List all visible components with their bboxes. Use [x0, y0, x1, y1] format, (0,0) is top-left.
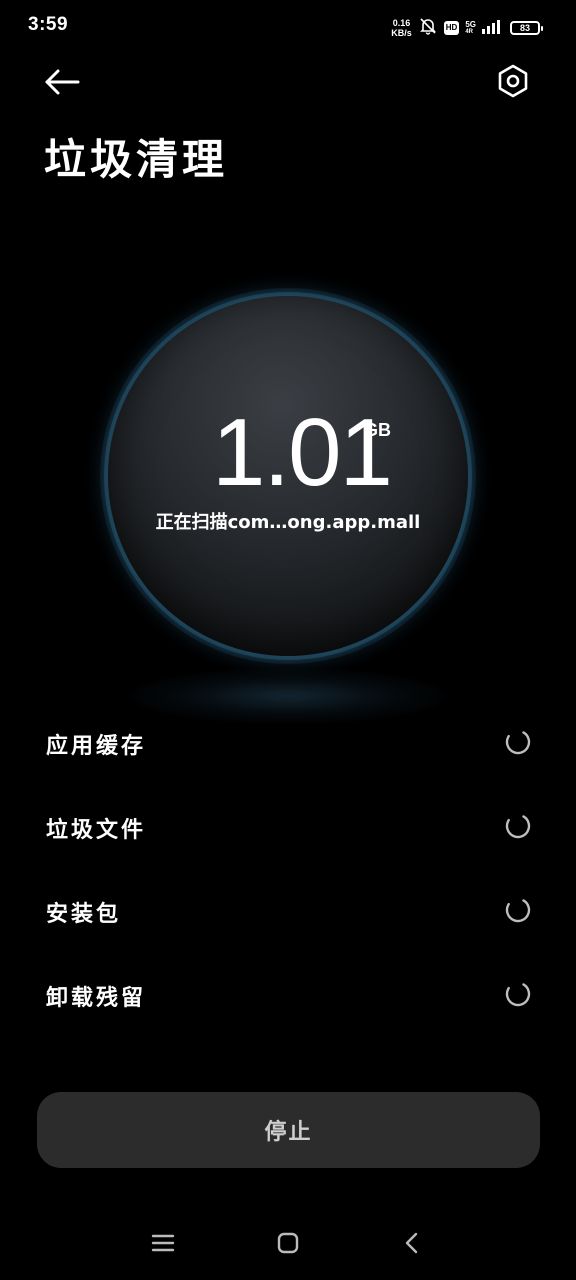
category-item-install-packages[interactable]: 安装包	[0, 868, 576, 952]
category-label: 卸载残留	[46, 985, 147, 1011]
category-item-uninstall-residue[interactable]: 卸载残留	[0, 952, 576, 1036]
category-label: 垃圾文件	[46, 817, 147, 843]
page-title: 垃圾清理	[44, 135, 229, 184]
system-nav-bar	[0, 1220, 576, 1270]
settings-hexagon-icon	[496, 64, 530, 102]
category-item-app-cache[interactable]: 应用缓存	[0, 700, 576, 784]
settings-button[interactable]	[490, 60, 536, 106]
back-button[interactable]	[40, 62, 84, 106]
network-speed-value: 0.16	[392, 18, 411, 28]
battery-icon: 83	[510, 21, 543, 35]
junk-size-unit: GB	[364, 420, 391, 440]
menu-icon	[151, 1232, 175, 1258]
nav-back-button[interactable]	[397, 1230, 427, 1260]
network-speed-unit: KB/s	[391, 28, 412, 38]
loading-spinner-icon	[504, 980, 532, 1008]
mute-bell-icon	[418, 16, 438, 40]
signal-icon	[482, 18, 504, 38]
network-sub-label: 4R	[465, 29, 473, 35]
loading-spinner-icon	[504, 896, 532, 924]
loading-spinner-icon	[504, 728, 532, 756]
battery-level: 83	[519, 23, 530, 33]
network-gen-label: 5G	[465, 20, 476, 29]
status-icons: 0.16 KB/s HD 5G 4R 83	[391, 14, 543, 42]
status-time: 3:59	[28, 14, 69, 35]
loading-spinner-icon	[504, 812, 532, 840]
home-icon	[276, 1231, 300, 1259]
category-item-junk-files[interactable]: 垃圾文件	[0, 784, 576, 868]
nav-home-button[interactable]	[273, 1230, 303, 1260]
junk-size-value: 1.01	[212, 399, 393, 506]
network-speed: 0.16 KB/s	[391, 18, 412, 38]
nav-back-icon	[402, 1231, 422, 1259]
status-bar: 3:59 0.16 KB/s HD 5G 4R 83	[0, 0, 576, 54]
hd-badge: HD	[443, 21, 460, 35]
network-generation: 5G 4R	[465, 20, 476, 36]
nav-menu-button[interactable]	[148, 1230, 178, 1260]
back-arrow-icon	[44, 68, 80, 100]
category-label: 安装包	[46, 901, 122, 927]
scan-status-text: 正在扫描com…ong.app.mall	[155, 512, 421, 533]
stop-button[interactable]: 停止	[37, 1092, 540, 1168]
category-label: 应用缓存	[46, 733, 147, 759]
